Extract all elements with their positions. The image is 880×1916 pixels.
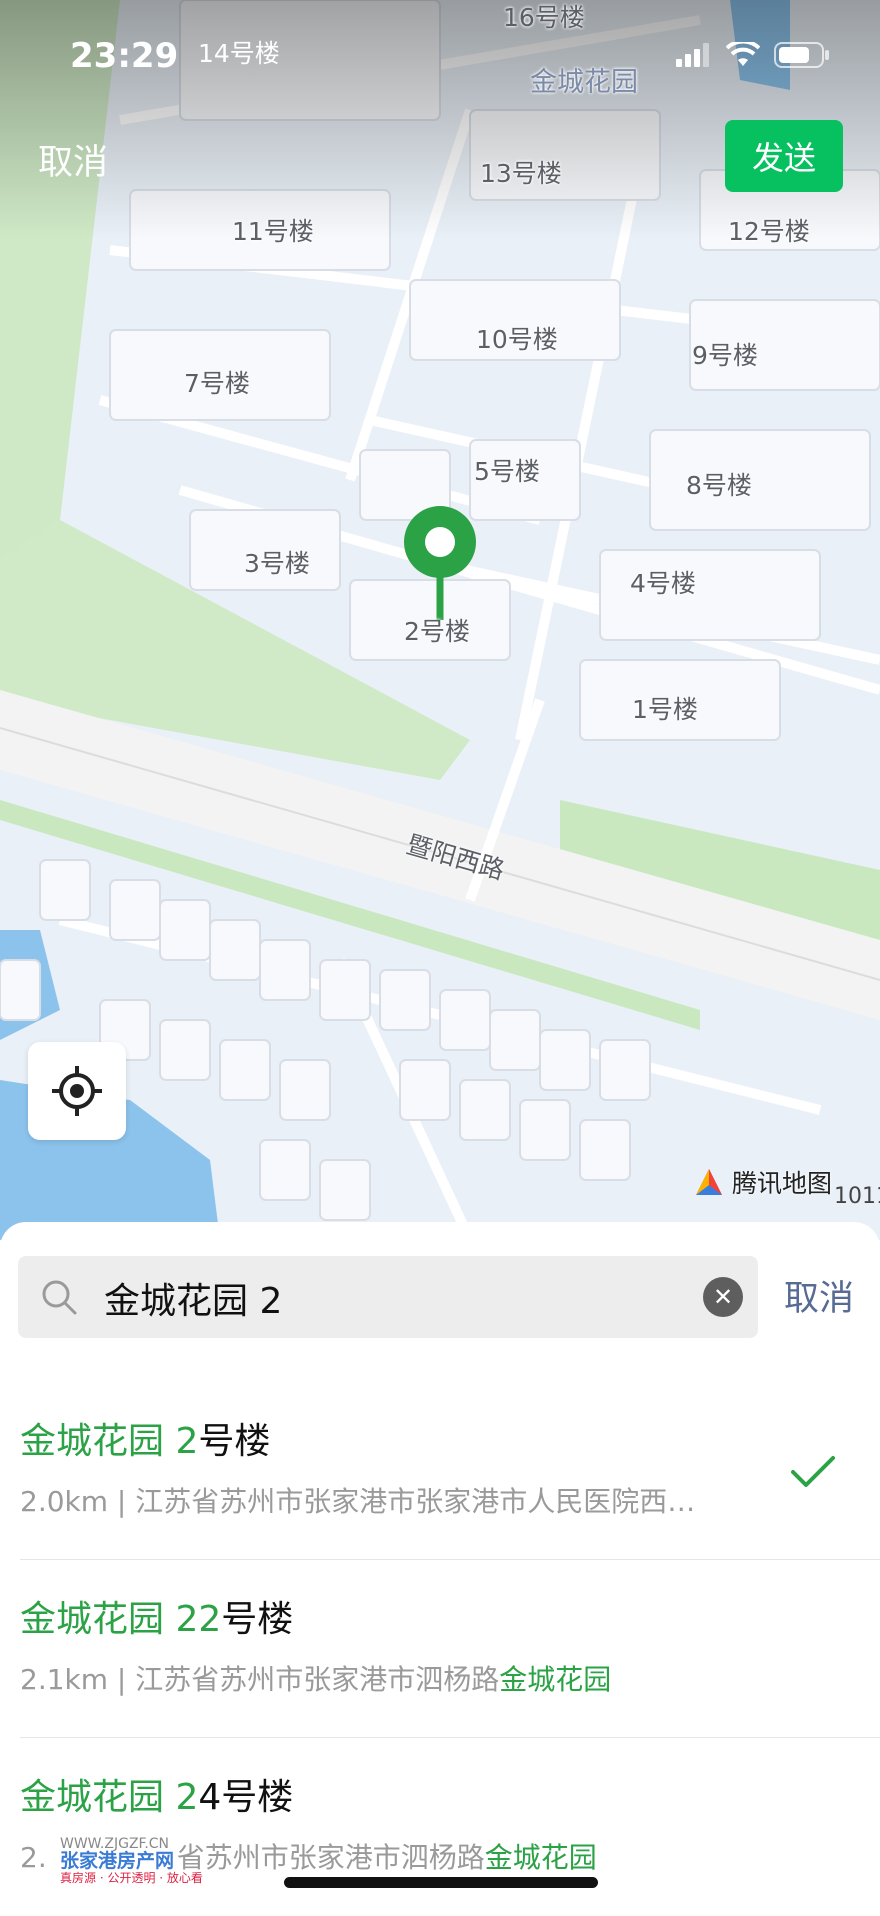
battery-icon (774, 42, 829, 68)
map-corner-number: 1011 (834, 1184, 880, 1209)
map-label-building: 16号楼 (503, 3, 585, 32)
map-label-building: 10号楼 (476, 325, 558, 354)
send-button[interactable]: 发送 (725, 120, 843, 192)
map-label-building: 9号楼 (692, 341, 758, 370)
list-item[interactable]: 金城花园 24号楼 2. 省苏州市张家港市泗杨路金城花园 (0, 1738, 880, 1916)
home-indicator[interactable] (284, 1877, 598, 1888)
map-label-building: 7号楼 (184, 369, 250, 398)
result-address: 2.0km | 江苏省苏州市张家港市张家港市人民医院西… (20, 1485, 696, 1518)
cancel-button[interactable]: 取消 (38, 134, 108, 185)
search-panel: ✕ 取消 金城花园 2号楼 2.0km | 江苏省苏州市张家港市张家港市人民医院… (0, 1222, 880, 1905)
map-label-community: 金城花园 (530, 67, 638, 98)
clear-search-button[interactable]: ✕ (703, 1277, 743, 1317)
watermark-brand: 张家港房产网 (60, 1850, 175, 1872)
map-view[interactable]: 16号楼 14号楼 金城花园 13号楼 11号楼 12号楼 10号楼 9号楼 7… (0, 0, 880, 1240)
search-cancel-button[interactable]: 取消 (784, 1270, 854, 1321)
wifi-icon (726, 42, 760, 66)
map-label-building: 8号楼 (686, 471, 752, 500)
crosshair-icon (52, 1066, 102, 1116)
cellular-signal-icon (676, 43, 709, 67)
result-title: 金城花园 24号楼 (20, 1777, 294, 1818)
checkmark-icon (791, 1456, 835, 1487)
status-time: 23:29 (70, 36, 179, 76)
map-label-building: 14号楼 (198, 39, 280, 68)
list-item[interactable]: 金城花园 22号楼 2.1km | 江苏省苏州市张家港市泗杨路金城花园 (0, 1560, 880, 1738)
result-title: 金城花园 2号楼 (20, 1421, 271, 1462)
result-address: 2.1km | 江苏省苏州市张家港市泗杨路金城花园 (20, 1663, 612, 1696)
map-label-building: 12号楼 (728, 217, 810, 246)
map-label-building: 5号楼 (474, 457, 540, 486)
map-label-building: 11号楼 (232, 217, 314, 246)
watermark: WWW.ZJGZF.CN 张家港房产网 真房源 · 公开透明 · 放心看 (60, 1836, 203, 1887)
tencent-map-icon (696, 1169, 722, 1195)
result-title: 金城花园 22号楼 (20, 1599, 294, 1640)
watermark-slogan: 真房源 · 公开透明 · 放心看 (60, 1871, 203, 1885)
search-icon (42, 1280, 77, 1315)
map-label-building: 13号楼 (480, 159, 562, 188)
map-provider-name: 腾讯地图 (732, 1169, 833, 1198)
map-label-building: 1号楼 (632, 695, 698, 724)
my-location-button[interactable] (28, 1042, 126, 1140)
search-bar[interactable]: ✕ (18, 1256, 758, 1338)
status-indicators (676, 42, 830, 68)
map-label-building: 2号楼 (404, 617, 470, 646)
map-provider-logo: 腾讯地图 (692, 1164, 832, 1200)
map-label-building: 3号楼 (244, 549, 310, 578)
search-input[interactable] (102, 1272, 666, 1324)
list-item[interactable]: 金城花园 2号楼 2.0km | 江苏省苏州市张家港市张家港市人民医院西… (0, 1382, 880, 1560)
close-icon: ✕ (712, 1283, 734, 1311)
map-label-building: 4号楼 (630, 569, 696, 598)
